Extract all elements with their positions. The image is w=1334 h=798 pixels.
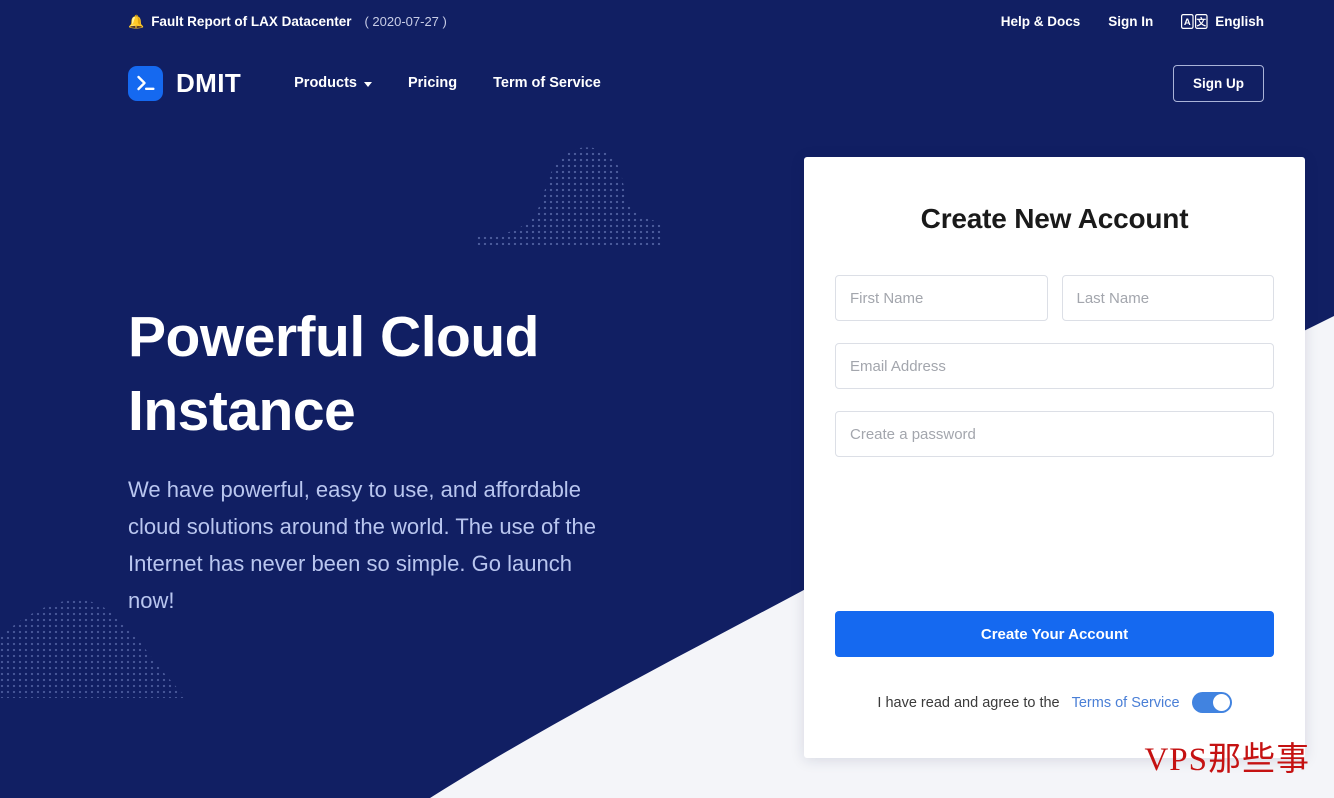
brand-logo-link[interactable]: DMIT [128, 65, 242, 101]
toggle-knob [1212, 694, 1230, 711]
help-and-docs-link[interactable]: Help & Docs [1001, 14, 1081, 29]
terms-agreement-text: I have read and agree to the [877, 694, 1060, 711]
hero-title-line-1: Powerful Cloud [128, 305, 539, 369]
nav-item-pricing[interactable]: Pricing [408, 75, 457, 91]
svg-text:A: A [1184, 17, 1191, 28]
create-account-card: Create New Account Create Your Account I… [804, 157, 1305, 758]
name-field-row [835, 275, 1274, 321]
brand-name: DMIT [176, 67, 242, 98]
hero-title: Powerful Cloud Instance [128, 300, 648, 448]
sign-in-link[interactable]: Sign In [1108, 14, 1153, 29]
language-selector[interactable]: A 文 English [1181, 14, 1264, 29]
language-label: English [1215, 13, 1264, 29]
nav-links: Products Pricing Term of Service [294, 75, 601, 91]
create-your-account-button[interactable]: Create Your Account [835, 611, 1274, 657]
terms-agreement-toggle[interactable] [1191, 692, 1232, 713]
last-name-input[interactable] [1061, 275, 1274, 321]
bell-icon: 🔔 [128, 13, 145, 29]
terms-agreement-row: I have read and agree to the Terms of Se… [804, 692, 1305, 713]
top-utility-bar: 🔔 Fault Report of LAX Datacenter ( 2020-… [0, 0, 1334, 42]
nav-item-products[interactable]: Products [294, 75, 372, 91]
email-field-row [835, 343, 1274, 389]
decorative-dots-cloud [477, 147, 661, 245]
hero-subtitle: We have powerful, easy to use, and affor… [128, 477, 597, 614]
fault-report-notice[interactable]: 🔔 Fault Report of LAX Datacenter ( 2020-… [128, 14, 447, 29]
sign-up-button[interactable]: Sign Up [1173, 64, 1264, 102]
page-root: 🔔 Fault Report of LAX Datacenter ( 2020-… [0, 0, 1334, 798]
translate-icon: A 文 [1181, 13, 1208, 29]
top-utility-links: Help & Docs Sign In A 文 English [1001, 14, 1264, 29]
svg-text:文: 文 [1196, 16, 1207, 28]
main-navigation: DMIT Products Pricing Term of Service Si… [0, 52, 1334, 114]
first-name-input[interactable] [835, 275, 1048, 321]
terms-of-service-link[interactable]: Terms of Service [1072, 695, 1180, 711]
nav-item-term-of-service[interactable]: Term of Service [493, 75, 601, 91]
terminal-prompt-icon [128, 65, 163, 101]
fault-report-date: ( 2020-07-27 ) [364, 13, 447, 29]
chevron-down-icon [363, 81, 372, 87]
password-field-row [835, 411, 1274, 457]
fault-report-label: Fault Report of LAX Datacenter [151, 13, 352, 29]
hero-title-line-2: Instance [128, 379, 356, 444]
hero-section: Powerful Cloud Instance We have powerful… [128, 300, 648, 620]
nav-item-products-label: Products [294, 75, 357, 91]
email-input[interactable] [835, 343, 1274, 389]
card-title: Create New Account [920, 203, 1189, 234]
password-input[interactable] [835, 411, 1274, 457]
